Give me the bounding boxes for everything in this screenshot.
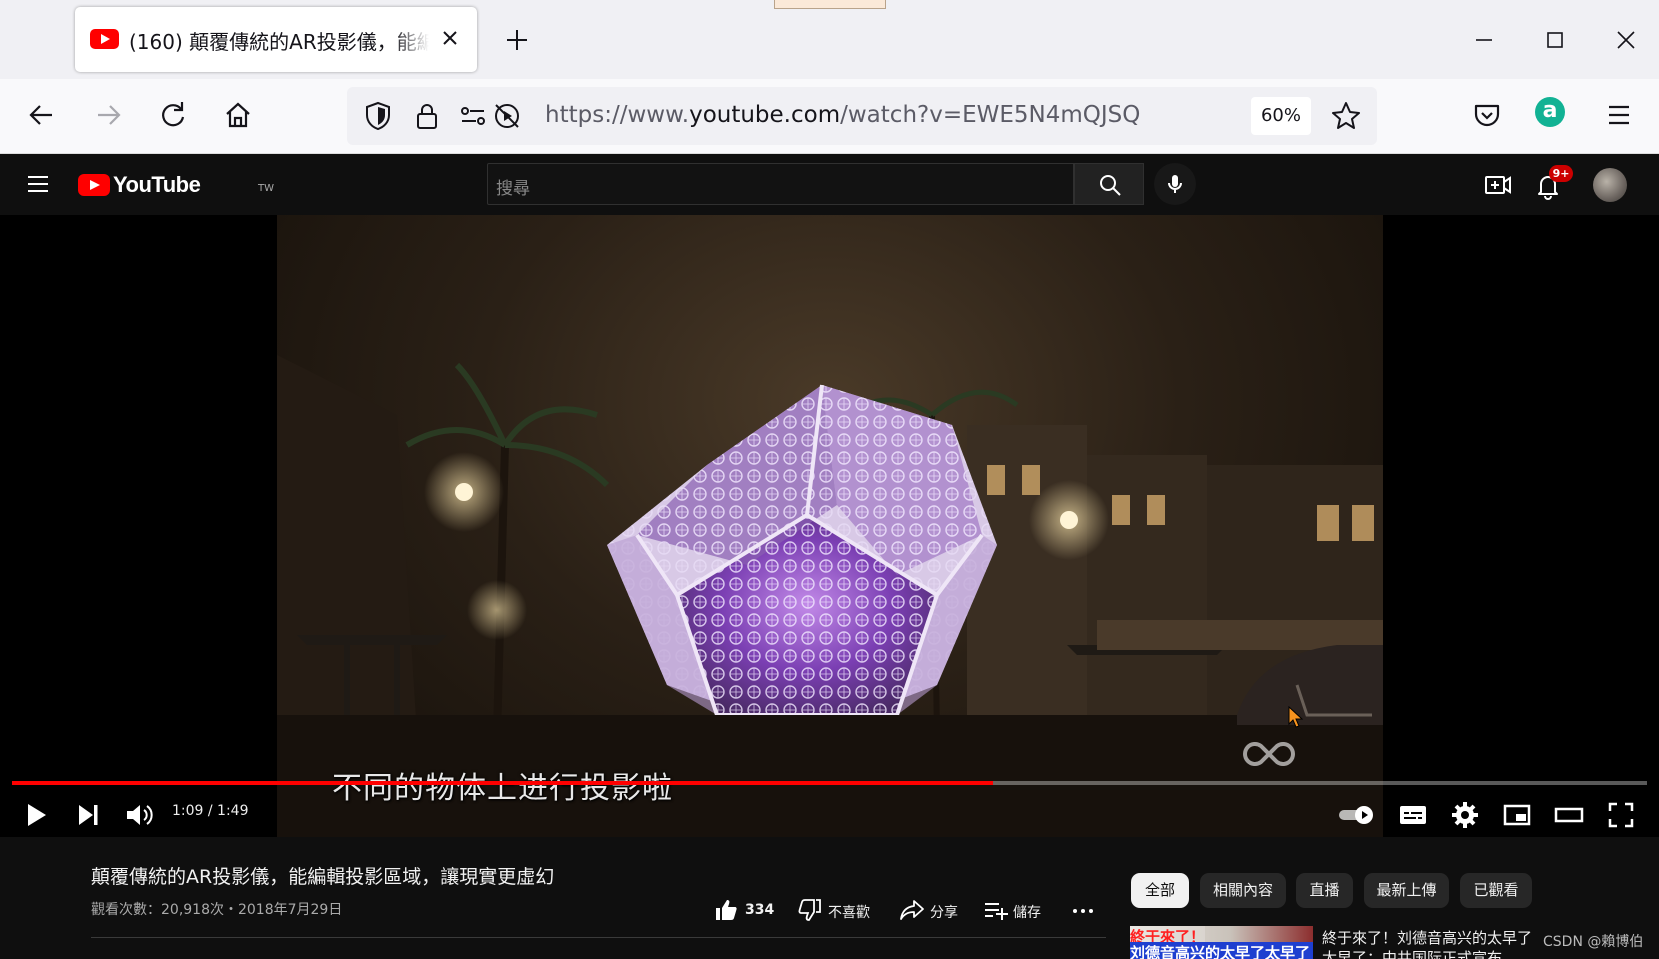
like-count: 334 bbox=[745, 902, 775, 918]
home-icon[interactable] bbox=[218, 95, 258, 135]
minimize-window-icon[interactable] bbox=[1464, 20, 1504, 60]
fullscreen-icon[interactable] bbox=[1604, 798, 1638, 832]
video-title: 顛覆傳統的AR投影儀，能編輯投影區域，讓現實更虛幻 bbox=[91, 866, 555, 888]
subtitles-icon[interactable] bbox=[1396, 798, 1430, 832]
forward-arrow-icon[interactable] bbox=[88, 95, 128, 135]
video-view-count-and-date: 觀看次數：20,918次・2018年7月29日 bbox=[91, 902, 343, 918]
channel-watermark-icon[interactable] bbox=[1239, 738, 1299, 770]
user-avatar[interactable] bbox=[1593, 168, 1627, 202]
back-arrow-icon[interactable] bbox=[22, 95, 62, 135]
search-button[interactable] bbox=[1074, 163, 1144, 205]
theater-mode-icon[interactable] bbox=[1552, 798, 1586, 832]
youtube-header: YouTube TW 搜尋 9+ bbox=[0, 154, 1659, 215]
chip-recently-uploaded[interactable]: 最新上傳 bbox=[1364, 873, 1449, 908]
region-code: TW bbox=[258, 183, 274, 194]
share-label: 分享 bbox=[930, 905, 958, 921]
address-bar[interactable]: https://www.youtube.com/watch?v=EWE5N4mQ… bbox=[347, 87, 1377, 145]
maximize-window-icon[interactable] bbox=[1535, 20, 1575, 60]
progress-bar[interactable] bbox=[12, 781, 1647, 785]
save-label: 儲存 bbox=[1013, 905, 1041, 921]
video-player[interactable]: 不同的物体上进行投影啦 1:09 / 1:49 bbox=[0, 215, 1659, 837]
youtube-logo-icon bbox=[78, 174, 110, 196]
dislike-button[interactable]: 不喜歡 bbox=[798, 898, 876, 924]
video-scene-illustration bbox=[277, 355, 1383, 837]
video-frame[interactable] bbox=[277, 215, 1383, 837]
miniplayer-icon[interactable] bbox=[1500, 798, 1534, 832]
pocket-icon[interactable] bbox=[1467, 95, 1507, 135]
autoplay-toggle-icon[interactable] bbox=[1336, 798, 1376, 832]
search-placeholder: 搜尋 bbox=[496, 179, 530, 199]
microphone-icon bbox=[1168, 175, 1182, 193]
chip-live[interactable]: 直播 bbox=[1296, 873, 1353, 908]
reload-icon[interactable] bbox=[153, 95, 193, 135]
play-icon[interactable] bbox=[19, 798, 53, 832]
new-tab-icon[interactable] bbox=[502, 25, 532, 55]
browser-tab-bar: (160) 顛覆傳統的AR投影儀，能編輯投影區域，讓現實更虛幻 bbox=[0, 0, 1659, 79]
add-to-playlist-icon bbox=[985, 903, 1008, 920]
window-edge-handle bbox=[774, 0, 886, 9]
next-video-icon[interactable] bbox=[71, 798, 105, 832]
section-divider bbox=[91, 937, 1106, 938]
guide-menu-icon[interactable] bbox=[24, 170, 52, 198]
youtube-favicon-icon bbox=[90, 29, 119, 49]
thumbnail-caption-line2: 刘德音高兴的太早了太早了 bbox=[1130, 942, 1313, 959]
bookmark-star-icon[interactable] bbox=[1329, 99, 1363, 133]
lock-icon[interactable] bbox=[410, 99, 444, 133]
permissions-icon[interactable] bbox=[458, 101, 488, 131]
search-input[interactable]: 搜尋 bbox=[487, 163, 1074, 205]
share-arrow-icon bbox=[900, 900, 924, 920]
csdn-watermark: CSDN @賴博伯 bbox=[1543, 934, 1644, 950]
chip-related[interactable]: 相關內容 bbox=[1200, 873, 1286, 908]
volume-icon[interactable] bbox=[122, 798, 156, 832]
browser-tab-youtube[interactable]: (160) 顛覆傳統的AR投影儀，能編輯投影區域，讓現實更虛幻 bbox=[75, 7, 477, 72]
save-button[interactable]: 儲存 bbox=[983, 898, 1047, 924]
search-icon bbox=[1100, 175, 1121, 196]
chip-all[interactable]: 全部 bbox=[1131, 873, 1189, 908]
autoplay-blocked-icon[interactable] bbox=[490, 99, 524, 133]
subtitle-caption: 不同的物体上进行投影啦 bbox=[332, 771, 673, 806]
url-text[interactable]: https://www.youtube.com/watch?v=EWE5N4mQ… bbox=[545, 102, 1140, 128]
browser-navigation-bar: https://www.youtube.com/watch?v=EWE5N4mQ… bbox=[0, 79, 1659, 154]
share-button[interactable]: 分享 bbox=[899, 898, 963, 924]
more-actions-icon[interactable] bbox=[1069, 899, 1097, 923]
tab-close-icon[interactable] bbox=[435, 23, 465, 53]
chip-watched[interactable]: 已觀看 bbox=[1460, 873, 1532, 908]
time-display: 1:09 / 1:49 bbox=[172, 803, 249, 819]
mouse-cursor-icon bbox=[1288, 706, 1304, 728]
create-video-icon[interactable] bbox=[1482, 169, 1514, 201]
app-menu-icon[interactable] bbox=[1599, 95, 1639, 135]
close-window-icon[interactable] bbox=[1606, 20, 1646, 60]
like-button[interactable]: 334 bbox=[714, 898, 784, 924]
recommended-video-title[interactable]: 終于來了！刘德音高兴的太早了 太早了：中共国际正式宣布 bbox=[1322, 928, 1542, 959]
tracking-protection-shield-icon[interactable] bbox=[361, 99, 395, 133]
youtube-logo[interactable]: YouTube TW bbox=[78, 171, 274, 199]
tab-title: (160) 顛覆傳統的AR投影儀，能編輯投影區域，讓現實更虛幻 bbox=[129, 30, 429, 54]
recommended-video-thumbnail[interactable]: 終于來了！ 刘德音高兴的太早了太早了 bbox=[1130, 926, 1313, 959]
settings-gear-icon[interactable] bbox=[1448, 798, 1482, 832]
youtube-logo-text: YouTube bbox=[113, 172, 201, 197]
dislike-label: 不喜歡 bbox=[828, 905, 870, 921]
voice-search-button[interactable] bbox=[1154, 163, 1196, 205]
notification-count-badge: 9+ bbox=[1549, 165, 1573, 182]
thumbs-up-icon bbox=[716, 900, 737, 920]
extension-avatar-icon[interactable]: a bbox=[1535, 97, 1565, 127]
thumbs-down-icon bbox=[798, 899, 821, 921]
zoom-level-badge[interactable]: 60% bbox=[1251, 97, 1311, 135]
progress-bar-played bbox=[12, 781, 993, 785]
